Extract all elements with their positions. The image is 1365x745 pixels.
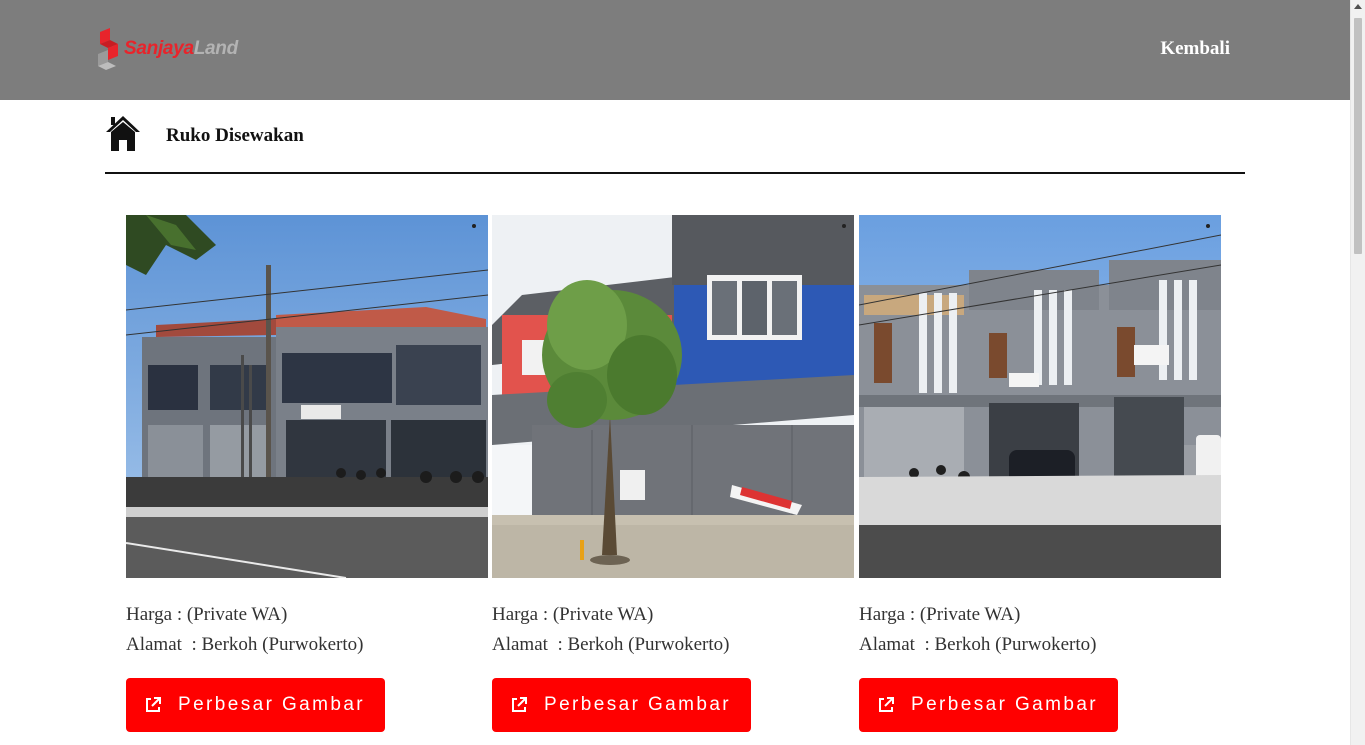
address-label: Alamat [126, 634, 182, 655]
listing-card: Harga : (Private WA) Alamat : Berkoh (Pu… [492, 215, 854, 732]
external-link-icon [512, 697, 527, 712]
external-link-icon [879, 697, 894, 712]
address-line: Alamat : Berkoh (Purwokerto) [859, 634, 1097, 655]
listing-photo[interactable] [126, 215, 488, 578]
listing-card: Harga : (Private WA) Alamat : Berkoh (Pu… [859, 215, 1221, 732]
enlarge-image-label: Perbesar Gambar [178, 694, 366, 715]
listing-info: Harga : (Private WA) Alamat : Berkoh (Pu… [126, 600, 488, 660]
address-label: Alamat [492, 634, 548, 655]
price-line: Harga : (Private WA) [126, 604, 288, 625]
logo-text-secondary: Land [193, 38, 238, 59]
page-header: Ruko Disewakan [105, 114, 1245, 174]
enlarge-image-button[interactable]: Perbesar Gambar [126, 678, 385, 732]
address-value: Berkoh (Purwokerto) [567, 634, 730, 655]
price-value: (Private WA) [552, 604, 654, 625]
scroll-up-arrow-icon[interactable] [1354, 4, 1362, 9]
enlarge-image-label: Perbesar Gambar [544, 694, 732, 715]
listing-card: Harga : (Private WA) Alamat : Berkoh (Pu… [126, 215, 488, 732]
price-value: (Private WA) [919, 604, 1021, 625]
price-value: (Private WA) [186, 604, 288, 625]
listing-info: Harga : (Private WA) Alamat : Berkoh (Pu… [859, 600, 1221, 660]
price-label: Harga [126, 604, 173, 625]
back-link[interactable]: Kembali [1160, 38, 1230, 60]
listing-info: Harga : (Private WA) Alamat : Berkoh (Pu… [492, 600, 854, 660]
enlarge-image-label: Perbesar Gambar [911, 694, 1099, 715]
top-navbar: SanjayaLand Kembali [0, 0, 1350, 100]
price-line: Harga : (Private WA) [492, 604, 654, 625]
logo-mark-icon [98, 28, 118, 70]
logo-text-primary: Sanjaya [124, 38, 194, 59]
price-label: Harga [492, 604, 539, 625]
page-title: Ruko Disewakan [166, 125, 304, 146]
scroll-thumb[interactable] [1354, 18, 1362, 254]
address-value: Berkoh (Purwokerto) [934, 634, 1097, 655]
address-line: Alamat : Berkoh (Purwokerto) [492, 634, 730, 655]
enlarge-image-button[interactable]: Perbesar Gambar [492, 678, 751, 732]
home-icon [106, 116, 140, 151]
price-label: Harga [859, 604, 906, 625]
price-line: Harga : (Private WA) [859, 604, 1021, 625]
brand-logo[interactable]: SanjayaLand [96, 28, 238, 70]
vertical-scrollbar[interactable] [1350, 0, 1365, 745]
enlarge-image-button[interactable]: Perbesar Gambar [859, 678, 1118, 732]
address-label: Alamat [859, 634, 915, 655]
listing-photo[interactable] [859, 215, 1221, 578]
address-line: Alamat : Berkoh (Purwokerto) [126, 634, 364, 655]
external-link-icon [146, 697, 161, 712]
address-value: Berkoh (Purwokerto) [201, 634, 364, 655]
listing-photo[interactable] [492, 215, 854, 578]
listing-grid: Harga : (Private WA) Alamat : Berkoh (Pu… [126, 215, 1226, 735]
